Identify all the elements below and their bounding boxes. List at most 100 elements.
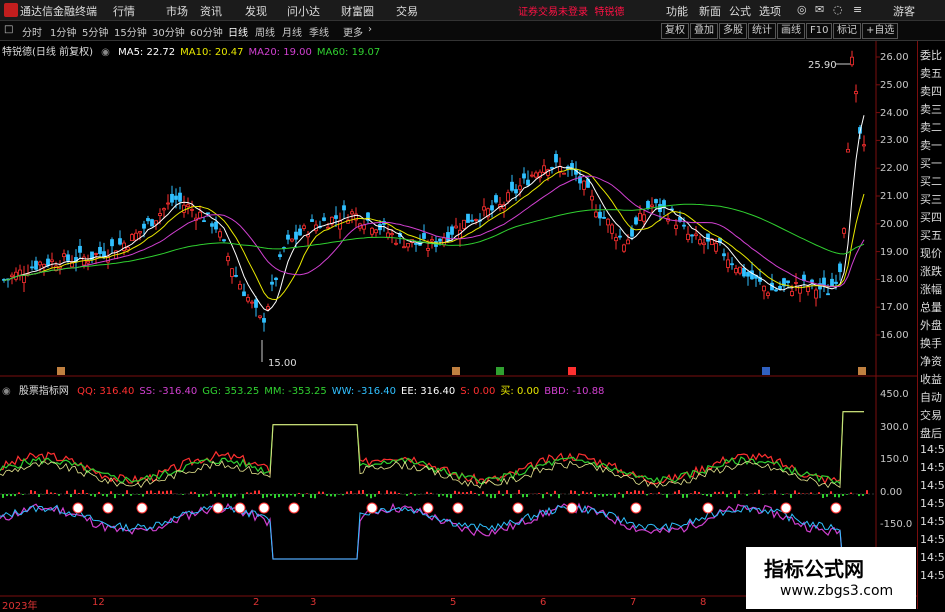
- indicator-legend-item: QQ: 316.40: [77, 386, 134, 397]
- bbd-bar: [546, 492, 548, 494]
- sidebar-item[interactable]: 14:50: [920, 443, 945, 456]
- indicator-legend-item: WW: -316.40: [332, 386, 396, 397]
- price-tick-label: 22.00: [880, 163, 909, 174]
- bbd-bar: [622, 494, 624, 498]
- bbd-bar: [10, 494, 12, 496]
- candle-body: [363, 225, 366, 229]
- candle-body: [311, 220, 314, 222]
- bbd-bar: [446, 494, 448, 497]
- sidebar-item[interactable]: 买四: [920, 209, 942, 225]
- bbd-bar: [442, 494, 444, 496]
- bbd-bar: [254, 491, 256, 494]
- sidebar-item[interactable]: 净资: [920, 353, 942, 369]
- sidebar-item[interactable]: 总量: [920, 299, 942, 315]
- bbd-bar: [702, 494, 704, 495]
- bbd-bar: [826, 494, 828, 497]
- kline-chart: 25.9015.00: [0, 0, 917, 609]
- sidebar-item[interactable]: 卖一: [920, 137, 942, 153]
- candle-body: [211, 224, 214, 227]
- candle-body: [691, 235, 694, 236]
- candle-body: [299, 229, 302, 235]
- sidebar-item[interactable]: 涨跌: [920, 263, 942, 279]
- candle-body: [623, 245, 626, 251]
- sidebar-item[interactable]: 买五: [920, 227, 942, 243]
- sidebar-item[interactable]: 买二: [920, 173, 942, 189]
- sidebar-item[interactable]: 14:50: [920, 461, 945, 474]
- sidebar-item[interactable]: 盘后: [920, 425, 942, 441]
- bbd-bar: [758, 490, 760, 494]
- sidebar-item[interactable]: 交易: [920, 407, 942, 423]
- bbd-bar: [82, 490, 84, 494]
- date-label: 6: [540, 597, 546, 608]
- sidebar-item[interactable]: 换手: [920, 335, 942, 351]
- bbd-bar: [466, 492, 468, 494]
- bbd-bar: [106, 494, 108, 497]
- candle-body: [291, 239, 294, 241]
- candle-body: [535, 173, 538, 177]
- sidebar-item[interactable]: 卖四: [920, 83, 942, 99]
- bbd-bar: [50, 492, 52, 494]
- indicator-legend-item: S: 0.00: [460, 386, 495, 397]
- buy-signal-icon: [703, 503, 713, 513]
- candle-body: [847, 149, 850, 152]
- candle-body: [507, 193, 510, 201]
- bbd-bar: [46, 490, 48, 494]
- candle-body: [495, 196, 498, 203]
- bbd-bar: [266, 494, 268, 497]
- candle-body: [287, 235, 290, 239]
- sidebar-item[interactable]: 涨幅: [920, 281, 942, 297]
- bbd-bar: [318, 492, 320, 494]
- sidebar-item[interactable]: 14:50: [920, 515, 945, 528]
- sidebar-item[interactable]: 14:50: [920, 497, 945, 510]
- sidebar-item[interactable]: 14:50: [920, 479, 945, 492]
- buy-signal-icon: [567, 503, 577, 513]
- bbd-bar: [738, 490, 740, 494]
- bbd-bar: [478, 494, 480, 496]
- sidebar-item[interactable]: 收益: [920, 371, 942, 387]
- settings-icon[interactable]: ◉: [2, 386, 11, 397]
- candle-body: [639, 213, 642, 220]
- sidebar-item[interactable]: 委比: [920, 47, 942, 63]
- candle-body: [767, 293, 770, 295]
- candle-body: [215, 222, 218, 229]
- sidebar-item[interactable]: 卖三: [920, 101, 942, 117]
- sidebar-item[interactable]: 自动: [920, 389, 942, 405]
- sidebar-item[interactable]: 外盘: [920, 317, 942, 333]
- candle-body: [247, 297, 250, 301]
- bbd-bar: [378, 491, 380, 494]
- bbd-bar: [342, 494, 344, 495]
- sidebar-item[interactable]: 卖二: [920, 119, 942, 135]
- bbd-bar: [282, 494, 284, 496]
- candle-body: [731, 264, 734, 265]
- bbd-bar: [834, 494, 836, 497]
- bbd-bar: [298, 493, 300, 494]
- bbd-bar: [146, 491, 148, 494]
- date-label: 8: [700, 597, 706, 608]
- candle-body: [223, 240, 226, 241]
- sidebar-item[interactable]: 现价: [920, 245, 942, 261]
- bbd-bar: [6, 494, 8, 496]
- sidebar-item[interactable]: 买一: [920, 155, 942, 171]
- candle-body: [471, 220, 474, 221]
- sidebar-item[interactable]: 14:50: [920, 551, 945, 564]
- sidebar-item[interactable]: 14:50: [920, 569, 945, 582]
- bbd-bar: [338, 494, 340, 495]
- sidebar-item[interactable]: 卖五: [920, 65, 942, 81]
- candle-body: [779, 286, 782, 289]
- sidebar-item[interactable]: 买三: [920, 191, 942, 207]
- candle-body: [87, 261, 90, 263]
- candle-body: [123, 243, 126, 250]
- watermark-url: www.zbgs3.com: [780, 583, 893, 599]
- sidebar-item[interactable]: 14:50: [920, 533, 945, 546]
- bbd-bar: [474, 493, 476, 494]
- bbd-bar: [58, 494, 60, 496]
- bbd-bar: [486, 494, 488, 496]
- bbd-bar: [162, 491, 164, 494]
- bbd-bar: [390, 492, 392, 494]
- price-tick-label: 21.00: [880, 191, 909, 202]
- candle-body: [427, 248, 430, 250]
- low-price-label: 15.00: [268, 358, 297, 369]
- candle-body: [191, 209, 194, 210]
- bbd-bar: [658, 492, 660, 494]
- bbd-bar: [110, 491, 112, 494]
